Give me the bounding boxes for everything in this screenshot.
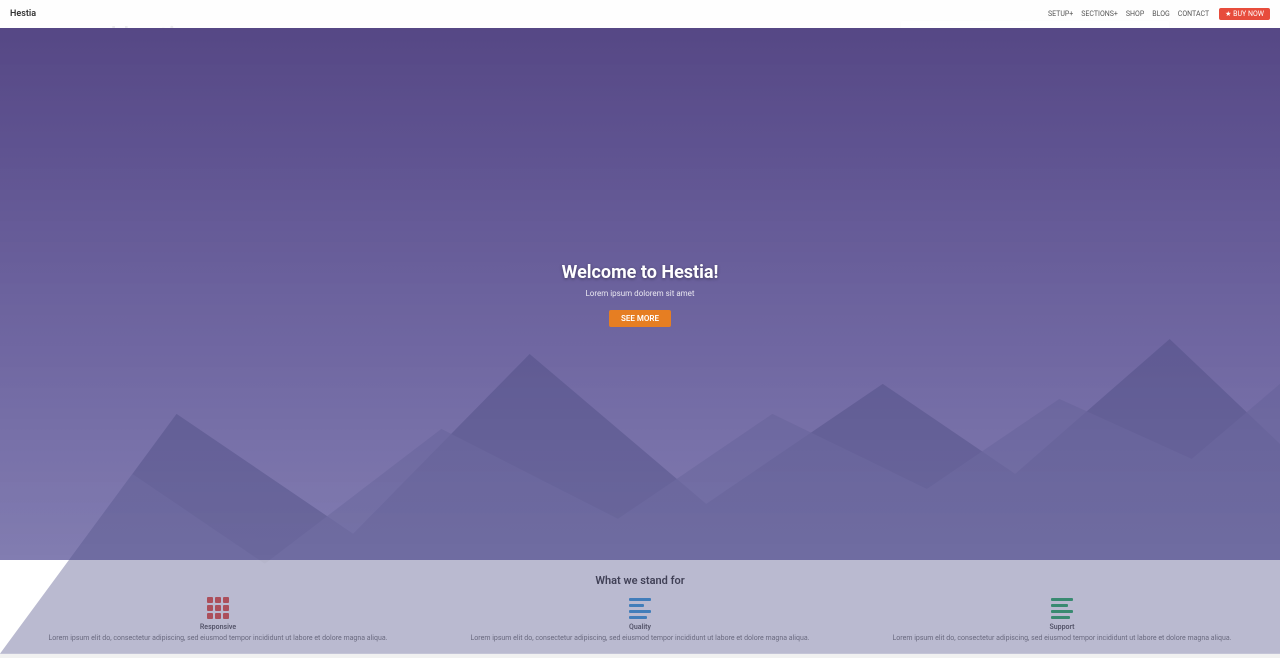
page-wrapper: Hestia By Themeisle Hestia SETUP+ SECTIO… bbox=[90, 0, 1190, 544]
screenshot-container: Hestia SETUP+ SECTIONS+ SHOP BLOG CONTAC… bbox=[110, 69, 870, 71]
fake-screenshot: Hestia SETUP+ SECTIONS+ SHOP BLOG CONTAC… bbox=[110, 69, 870, 71]
fake-hero: Welcome to Hestia! Lorem ipsum dolorem s… bbox=[110, 69, 870, 71]
left-column: Hestia By Themeisle Hestia SETUP+ SECTIO… bbox=[110, 20, 870, 504]
